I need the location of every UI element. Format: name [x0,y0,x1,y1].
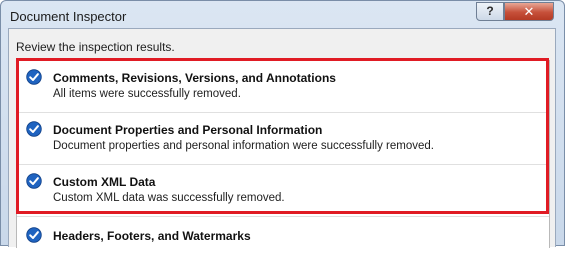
result-title: Headers, Footers, and Watermarks [53,229,251,243]
help-button[interactable]: ? [476,2,504,21]
result-description: All items were successfully removed. [53,88,241,100]
check-circle-icon [26,69,42,85]
result-description: Document properties and personal informa… [53,140,434,152]
result-item-comments: Comments, Revisions, Versions, and Annot… [17,61,549,113]
result-title: Custom XML Data [53,175,156,189]
result-description: Custom XML data was successfully removed… [53,192,285,204]
dialog-client-area: Review the inspection results. Comments,… [8,28,556,248]
result-title: Comments, Revisions, Versions, and Annot… [53,71,336,85]
window-title: Document Inspector [10,9,127,24]
check-circle-icon [26,173,42,189]
check-circle-icon [26,121,42,137]
result-item-document-properties: Document Properties and Personal Informa… [17,113,549,165]
check-circle-icon [26,227,42,243]
close-button[interactable]: ✕ [504,2,554,21]
document-inspector-window: Document Inspector ? ✕ Review the inspec… [0,0,565,248]
result-item-headers-footers: Headers, Footers, and Watermarks [17,217,549,269]
results-list[interactable]: Comments, Revisions, Versions, and Annot… [16,60,550,248]
instructions-text: Review the inspection results. [16,40,175,54]
result-title: Document Properties and Personal Informa… [53,123,323,137]
result-item-custom-xml: Custom XML Data Custom XML data was succ… [17,165,549,217]
